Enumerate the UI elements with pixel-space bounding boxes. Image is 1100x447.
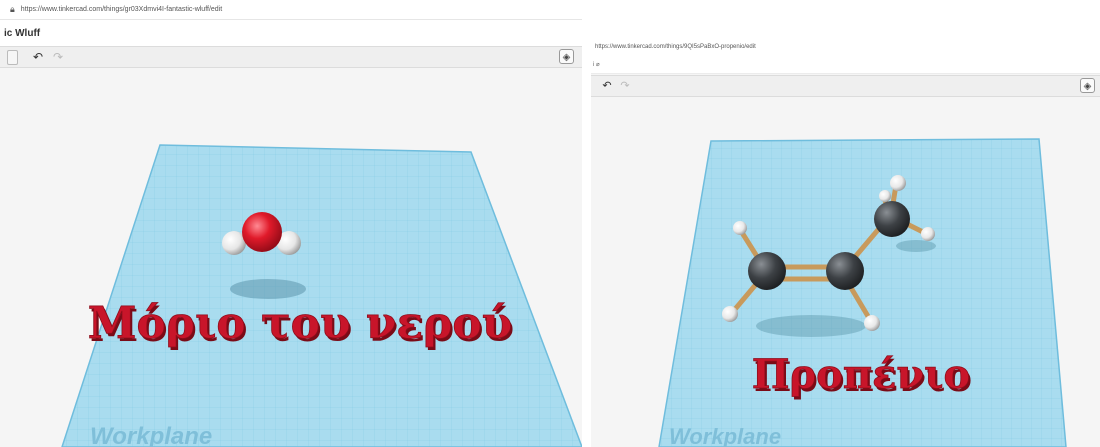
molecule-shadow (230, 279, 306, 299)
hydrogen-atom[interactable] (879, 190, 891, 202)
panel-divider (582, 0, 591, 447)
hydrogen-atom[interactable] (864, 315, 880, 331)
molecule-shadow (756, 315, 866, 337)
delete-icon[interactable] (7, 50, 18, 65)
url-text: https://www.tinkercad.com/things/9QI5sPa… (595, 44, 756, 50)
carbon-atom[interactable] (748, 252, 786, 290)
hydrogen-atom[interactable] (890, 175, 906, 191)
workspace-3d-view[interactable]: Προπένιο Προπένιο Workplane (591, 38, 1100, 447)
oxygen-atom[interactable] (242, 212, 282, 252)
left-screenshot-panel: 🔒︎ https://www.tinkercad.com/things/gr03… (0, 0, 582, 447)
right-screenshot-panel: Προπένιο Προπένιο Workplane https://www.… (591, 38, 1100, 447)
workplane-label: Workplane (669, 424, 781, 447)
address-bar-overlay: 🔒︎ https://www.tinkercad.com/things/gr03… (0, 0, 582, 20)
view-cube-icon[interactable]: ◈ (559, 49, 574, 64)
view-cube-icon[interactable]: ◈ (1080, 78, 1095, 93)
molecule-label-3d[interactable]: Μόριο του νερού (87, 298, 513, 350)
lock-icon: 🔒︎ (10, 4, 15, 14)
redo-button[interactable]: ↷ (50, 50, 66, 64)
address-bar[interactable]: https://www.tinkercad.com/things/9QI5sPa… (591, 38, 1100, 56)
design-title-overlay: ic Wluff (0, 20, 582, 46)
molecule-shadow-2 (896, 240, 936, 252)
undo-button[interactable]: ↶ (30, 50, 46, 64)
carbon-atom[interactable] (874, 201, 910, 237)
hydrogen-atom[interactable] (733, 221, 747, 235)
workplane-label: Workplane (90, 423, 212, 447)
hydrogen-atom[interactable] (921, 227, 935, 241)
carbon-atom[interactable] (826, 252, 864, 290)
hydrogen-atom[interactable] (722, 306, 738, 322)
editor-toolbar: ↶ ↷ ◈ (591, 75, 1100, 97)
url-text-overlay: https://www.tinkercad.com/things/gr03Xdm… (20, 6, 223, 13)
undo-button[interactable]: ↶ (599, 79, 615, 93)
molecule-label-3d[interactable]: Προπένιο (751, 351, 970, 399)
design-title[interactable]: i ⌀ (591, 56, 1100, 74)
editor-toolbar-overlay: ↶ ↷ ◈ (0, 46, 582, 68)
redo-button[interactable]: ↷ (617, 79, 633, 93)
